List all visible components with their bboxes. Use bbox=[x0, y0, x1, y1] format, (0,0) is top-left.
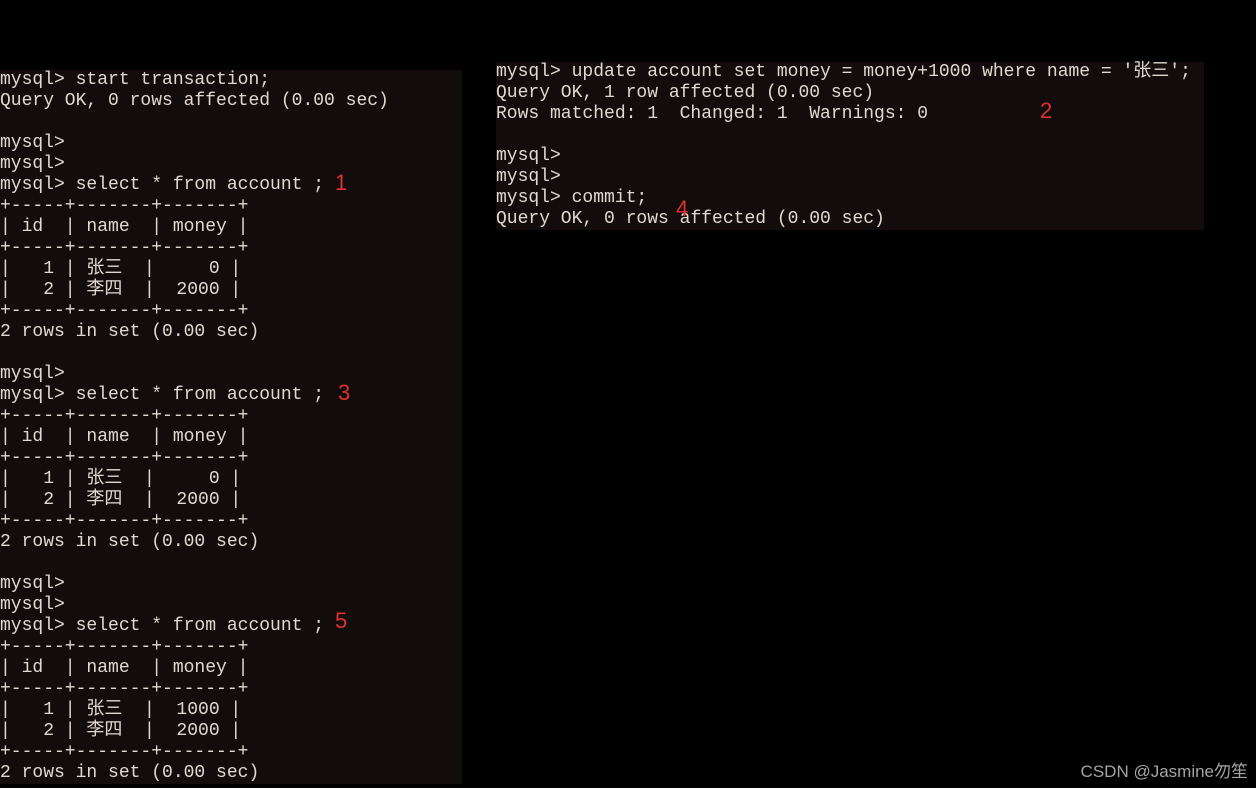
annotation-3: 3 bbox=[338, 380, 350, 406]
annotation-1: 1 bbox=[335, 170, 347, 196]
annotation-4: 4 bbox=[676, 196, 688, 222]
annotation-5: 5 bbox=[335, 608, 347, 634]
watermark-text: CSDN @Jasmine勿笙 bbox=[1081, 757, 1248, 782]
left-terminal: mysql> start transaction; Query OK, 0 ro… bbox=[0, 70, 462, 784]
annotation-2: 2 bbox=[1040, 98, 1052, 124]
right-terminal: mysql> update account set money = money+… bbox=[496, 62, 1204, 230]
